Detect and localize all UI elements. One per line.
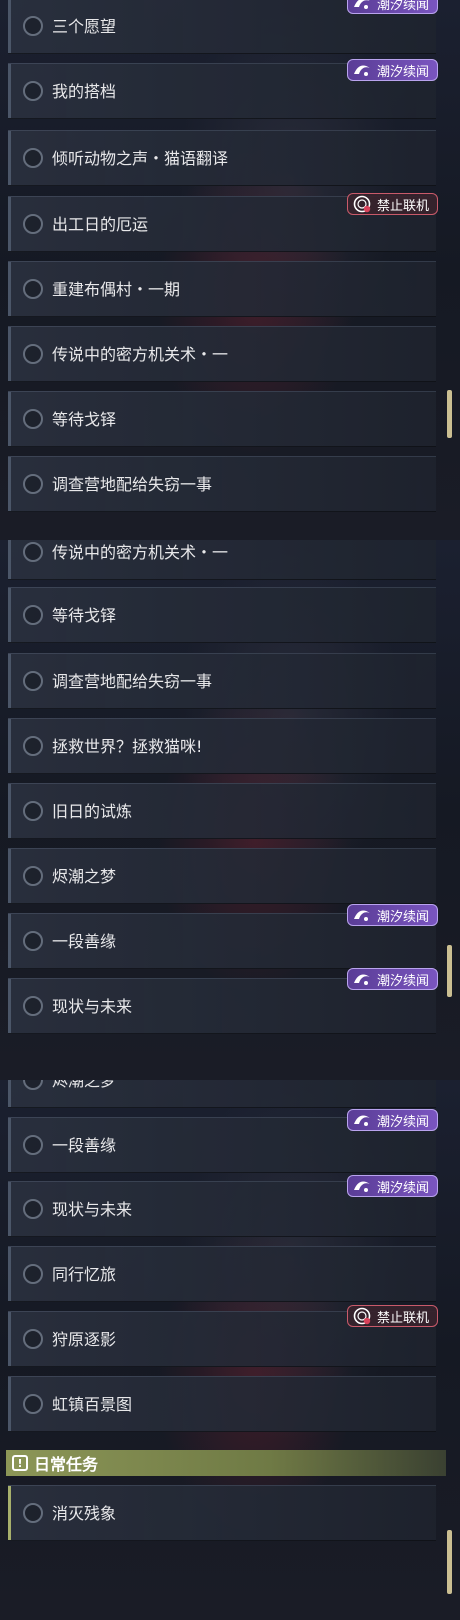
quest-status-circle xyxy=(23,996,43,1016)
quest-status-circle xyxy=(23,1394,43,1414)
quest-row-ember-dream[interactable]: 烬潮之梦 xyxy=(8,1080,436,1108)
quest-row-waiting-godot[interactable]: 等待戈铎 xyxy=(8,587,436,643)
quest-row-rebuild-village[interactable]: 重建布偶村・一期 xyxy=(8,261,436,317)
quest-row-camp-theft[interactable]: 调查营地配给失窃一事 xyxy=(8,456,436,512)
quest-status-circle xyxy=(23,279,43,299)
quest-status-circle xyxy=(23,344,43,364)
quest-status-circle xyxy=(23,1264,43,1284)
quest-title: 拯救世界？拯救猫咪! xyxy=(52,737,203,756)
quest-status-circle xyxy=(23,214,43,234)
quest-row-save-cat[interactable]: 拯救世界？拯救猫咪! xyxy=(8,718,436,774)
quest-status-circle xyxy=(23,1503,43,1523)
quest-status-circle xyxy=(23,801,43,821)
quest-title: 等待戈铎 xyxy=(52,410,117,429)
quest-title: 一段善缘 xyxy=(52,1136,117,1155)
quest-row-eliminate-afterimage[interactable]: 消灭残象 xyxy=(8,1485,436,1541)
tide-badge: 潮汐续闻 xyxy=(346,0,438,14)
quest-status-circle xyxy=(23,866,43,886)
quest-status-circle xyxy=(23,1199,43,1219)
quest-title: 一段善缘 xyxy=(52,932,117,951)
quest-title: 倾听动物之声・猫语翻译 xyxy=(52,149,229,168)
no-coop-icon xyxy=(351,195,373,213)
quest-title: 传说中的密方机关术・一 xyxy=(52,543,229,562)
quest-row-secret-mechanism[interactable]: 传说中的密方机关术・一 xyxy=(8,326,436,382)
quest-title: 现状与未来 xyxy=(52,1200,133,1219)
no-coop-icon xyxy=(351,1307,373,1325)
quest-row-rainbow-town[interactable]: 虹镇百景图 xyxy=(8,1376,436,1432)
quest-title: 同行忆旅 xyxy=(52,1265,117,1284)
quest-title: 重建布偶村・一期 xyxy=(52,280,181,299)
quest-title: 旧日的试炼 xyxy=(52,802,133,821)
quest-status-circle xyxy=(23,148,43,168)
quest-title: 调查营地配给失窃一事 xyxy=(52,475,213,494)
quest-status-circle xyxy=(23,542,43,562)
quest-status-circle xyxy=(23,16,43,36)
quest-status-circle xyxy=(23,1329,43,1349)
scrollbar-thumb[interactable] xyxy=(447,390,452,438)
quest-row-old-trial[interactable]: 旧日的试炼 xyxy=(8,783,436,839)
quest-title: 等待戈铎 xyxy=(52,606,117,625)
daily-tasks-header[interactable]: ! 日常任务 xyxy=(6,1450,446,1476)
quest-title: 调查营地配给失窃一事 xyxy=(52,672,213,691)
quest-list-panel-2: 传说中的密方机关术・一 等待戈铎 调查营地配给失窃一事 拯救世界？拯救猫咪! 旧… xyxy=(0,540,460,1080)
tide-badge: 潮汐续闻 xyxy=(346,1109,438,1131)
tide-badge: 潮汐续闻 xyxy=(346,968,438,990)
quest-title: 出工日的厄运 xyxy=(52,215,149,234)
quest-status-circle xyxy=(23,1135,43,1155)
tide-wave-icon xyxy=(351,970,373,988)
quest-title: 烬潮之梦 xyxy=(52,1080,117,1090)
quest-title: 狩原逐影 xyxy=(52,1330,117,1349)
quest-row-shared-journey[interactable]: 同行忆旅 xyxy=(8,1246,436,1302)
quest-status-circle xyxy=(23,671,43,691)
quest-title: 烬潮之梦 xyxy=(52,867,117,886)
tide-wave-icon xyxy=(351,906,373,924)
tide-badge: 潮汐续闻 xyxy=(346,59,438,81)
tide-badge: 潮汐续闻 xyxy=(346,1175,438,1197)
tide-wave-icon xyxy=(351,0,373,12)
quest-status-circle xyxy=(23,1080,43,1090)
quest-list-panel-1: 三个愿望 潮汐续闻 我的搭档 潮汐续闻 倾听动物之声・猫语翻译 出工日的厄运 禁… xyxy=(0,0,460,540)
quest-row-ember-dream[interactable]: 烬潮之梦 xyxy=(8,848,436,904)
quest-row-camp-theft[interactable]: 调查营地配给失窃一事 xyxy=(8,653,436,709)
quest-list-panel-3: 烬潮之梦 一段善缘 潮汐续闻 现状与未来 潮汐续闻 同行忆旅 狩原逐影 禁止联机… xyxy=(0,1080,460,1620)
quest-status-circle xyxy=(23,931,43,951)
quest-row-animal-voices[interactable]: 倾听动物之声・猫语翻译 xyxy=(8,130,436,186)
daily-tasks-title: 日常任务 xyxy=(34,1455,99,1474)
scrollbar-thumb[interactable] xyxy=(447,1530,452,1594)
quest-title: 我的搭档 xyxy=(52,82,117,101)
quest-title: 现状与未来 xyxy=(52,997,133,1016)
quest-row-secret-mechanism[interactable]: 传说中的密方机关术・一 xyxy=(8,540,436,580)
no-coop-badge: 禁止联机 xyxy=(346,193,438,215)
tide-wave-icon xyxy=(351,1177,373,1195)
quest-title: 消灭残象 xyxy=(52,1504,117,1523)
quest-title: 三个愿望 xyxy=(52,17,117,36)
scrollbar-thumb[interactable] xyxy=(447,945,452,997)
quest-title: 虹镇百景图 xyxy=(52,1395,133,1414)
tide-wave-icon xyxy=(351,1111,373,1129)
quest-status-circle xyxy=(23,605,43,625)
quest-title: 传说中的密方机关术・一 xyxy=(52,345,229,364)
exclamation-icon: ! xyxy=(12,1455,28,1471)
quest-status-circle xyxy=(23,409,43,429)
no-coop-badge: 禁止联机 xyxy=(346,1305,438,1327)
quest-status-circle xyxy=(23,736,43,756)
tide-badge: 潮汐续闻 xyxy=(346,904,438,926)
quest-row-waiting-godot[interactable]: 等待戈铎 xyxy=(8,391,436,447)
tide-wave-icon xyxy=(351,61,373,79)
quest-status-circle xyxy=(23,474,43,494)
quest-status-circle xyxy=(23,81,43,101)
